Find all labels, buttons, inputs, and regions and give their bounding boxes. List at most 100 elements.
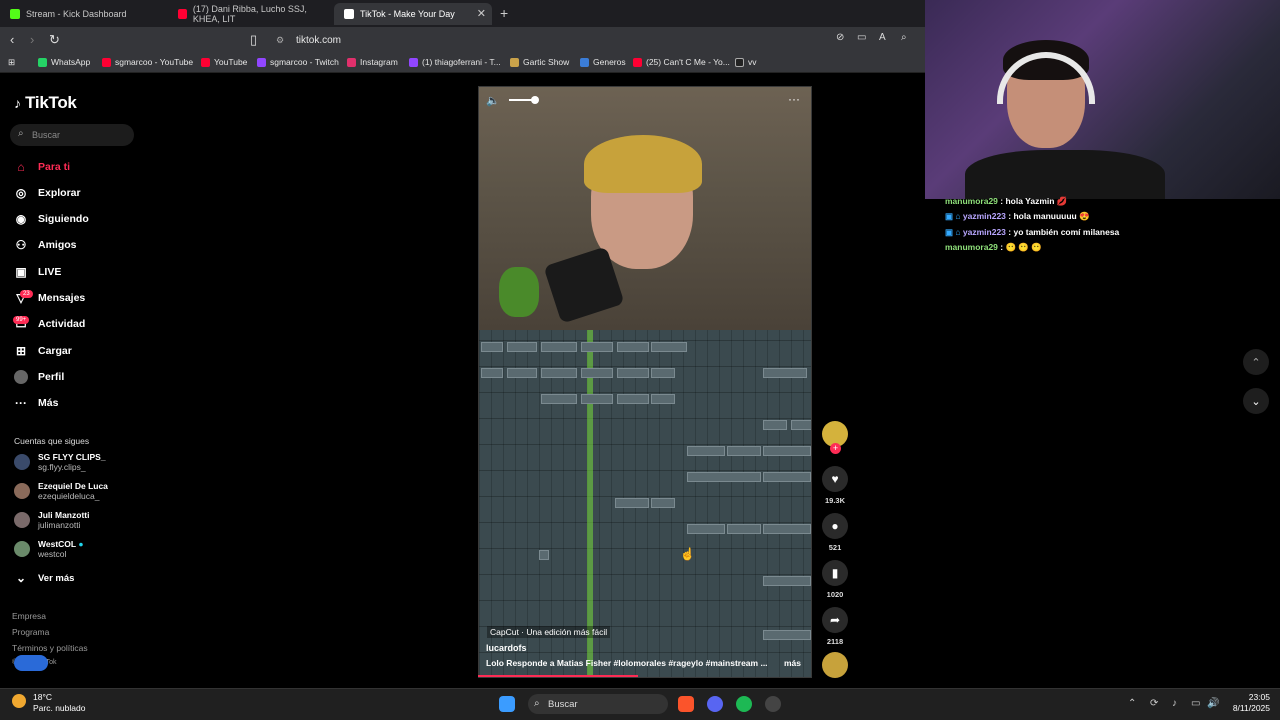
site-info-icon[interactable]: ⚙ [276,35,284,46]
nav-siguiendo[interactable]: ◉ Siguiendo [14,209,89,229]
pattern-block [763,630,811,640]
nav-live[interactable]: ▣ LIVE [14,262,61,282]
pattern-block [615,498,649,508]
nav-amigos[interactable]: ⚇ Amigos [14,235,77,255]
zoom-icon[interactable]: ⌕ [901,32,907,43]
pattern-block [481,368,503,378]
spotify-icon[interactable] [736,696,752,712]
sync-icon[interactable]: ⟳ [1150,698,1158,709]
avatar [14,541,30,557]
video-author[interactable]: lucardofs [486,643,527,653]
bookmark-instagram[interactable]: Instagram [347,57,398,67]
lips-emoji-icon: 💋 [1056,196,1068,206]
tab-kick[interactable]: Stream - Kick Dashboard [0,3,168,25]
tab-tiktok[interactable]: TikTok - Make Your Day ✕ [334,3,492,25]
pattern-block [651,368,675,378]
video-player[interactable] [478,86,812,678]
nav-perfil[interactable]: Perfil [14,367,64,387]
tiktok-logo[interactable]: ♪ TikTok [14,93,77,113]
back-icon[interactable]: ‹ [10,32,14,47]
following-account[interactable]: WestCOL ● westcol [14,539,83,559]
bookmark-twitch-thiago[interactable]: (1) thiagoferrani - T... [409,57,501,67]
clock[interactable]: 23:05 8/11/2025 [1224,692,1270,714]
new-tab-icon[interactable]: + [500,5,508,21]
save-count: 1020 [826,590,844,599]
nav-cargar[interactable]: ⊞ Cargar [14,341,72,361]
following-account[interactable]: SG FLYY CLIPS_ sg.flyy.clips_ [14,452,106,472]
app-toggle[interactable] [14,655,48,671]
search-input[interactable]: ⌕ Buscar [10,124,134,146]
caption-more-button[interactable]: más [784,658,801,668]
nav-mas[interactable]: ··· Más [14,393,58,413]
reload-icon[interactable]: ↻ [49,32,60,48]
windows-start-icon[interactable] [499,696,515,712]
network-icon[interactable]: ▭ [1191,698,1200,709]
bookmark-twitch[interactable]: sgmarcoo - Twitch [257,57,339,67]
pattern-block [727,524,761,534]
footer-link[interactable]: Empresa [12,611,46,621]
discord-icon[interactable] [707,696,723,712]
bookmark-generos[interactable]: Generos [580,57,626,67]
comment-icon: ● [822,513,848,539]
chevron-up-icon[interactable]: ⌃ [1128,698,1136,709]
pattern-block [687,472,761,482]
reader-icon[interactable]: ⊘ [836,32,844,43]
search-placeholder: Buscar [32,130,61,140]
url-text: tiktok.com [296,34,342,46]
obs-icon[interactable] [765,696,781,712]
bookmark-yt-sgmarcoo[interactable]: sgmarcoo - YouTube [102,57,193,67]
live-icon: ▣ [15,265,27,279]
share-button[interactable]: ➦ 2118 [822,607,848,646]
pattern-block [763,368,807,378]
comment-button[interactable]: ● 521 [822,513,848,552]
taskbar-search[interactable]: ⌕ Buscar [528,694,668,714]
cast-icon[interactable]: ▭ [857,32,866,43]
like-button[interactable]: ♥ 19.3K [822,466,848,505]
forward-icon[interactable]: › [30,32,34,47]
bookmark-whatsapp[interactable]: WhatsApp [38,57,90,67]
pattern-block [687,446,725,456]
next-video-button[interactable]: ⌄ [1243,388,1269,414]
close-tab-icon[interactable]: ✕ [477,7,486,20]
hand-cursor-icon: ☝ [680,547,695,561]
bookmark-cant-c-me[interactable]: (25) Can't C Me - Yo... [633,57,730,67]
see-more-button[interactable]: ⌄ Ver más [14,568,74,588]
footer-link[interactable]: Términos y políticas [12,643,88,653]
volume-icon[interactable]: 🔈 [486,94,500,107]
video-progress-bar[interactable] [478,675,639,677]
apps-icon[interactable]: ⊞ [8,57,15,68]
bookmark-gartic[interactable]: Gartic Show [510,57,569,67]
footer-link[interactable]: Programa [12,627,49,637]
following-account[interactable]: Juli Manzotti julimanzotti [14,510,89,530]
follow-plus-icon[interactable]: + [830,443,841,454]
comment-count: 521 [828,543,842,552]
following-account[interactable]: Ezequiel De Luca ezequieldeluca_ [14,481,108,501]
heart-icon: ♥ [822,466,848,492]
translate-icon[interactable]: A [879,32,886,43]
search-icon: ⌕ [18,128,24,139]
sound-disc[interactable] [822,652,848,678]
bookmark-icon[interactable]: ▯ [250,32,257,48]
pattern-block [687,524,725,534]
more-options-icon[interactable]: ··· [788,92,800,106]
streamer-webcam [925,0,1280,199]
tab-label: Stream - Kick Dashboard [26,9,127,19]
tab-youtube[interactable]: (17) Dani Ribba, Lucho SSJ, KHEA, LIT [168,3,334,25]
volume-knob[interactable] [531,96,539,104]
bookmark-youtube[interactable]: YouTube [201,57,247,67]
url-field[interactable]: ⚙ tiktok.com [266,30,836,50]
save-button[interactable]: ▮ 1020 [822,560,848,599]
volume-tray-icon[interactable]: 🔊 [1207,698,1219,709]
nav-para-ti[interactable]: ⌂ Para ti [14,157,70,177]
capcut-label[interactable]: CapCut · Una edición más fácil [487,626,611,638]
weather-widget[interactable]: 18°C Parc. nublado [12,692,85,714]
chat-message: manumora29 : 😶 😶 😶 [945,242,1042,252]
tiktok-icon [344,9,354,19]
mic-icon[interactable]: ♪ [1172,698,1177,709]
bookmark-vv[interactable]: vv [735,57,757,67]
pattern-block [581,342,613,352]
nav-explorar[interactable]: ◎ Explorar [14,183,81,203]
brave-icon[interactable] [678,696,694,712]
youtube-icon [178,9,187,19]
previous-video-button[interactable]: ⌃ [1243,349,1269,375]
